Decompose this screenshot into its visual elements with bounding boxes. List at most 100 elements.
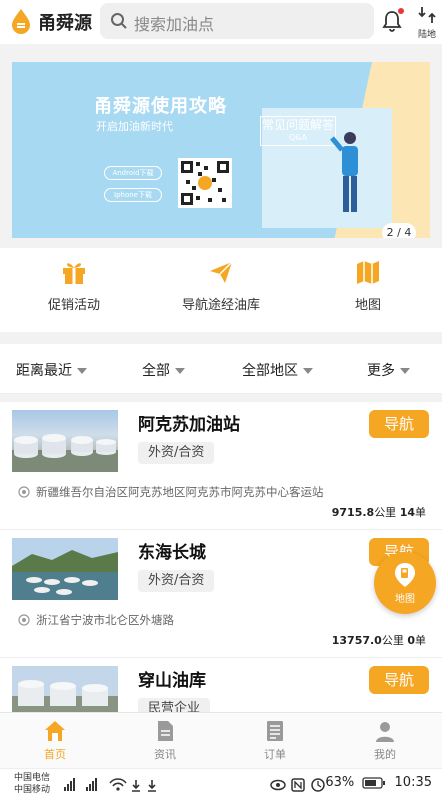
distance-unit: 公里 xyxy=(381,634,404,647)
qa-title: 常见问题解答 xyxy=(261,118,334,132)
station-address: 新疆维吾尔自治区阿克苏地区阿克苏市阿克苏中心客运站 xyxy=(36,485,324,499)
document-icon xyxy=(158,721,173,741)
bottom-tab-bar: 首页 资讯 订单 我的 xyxy=(0,712,442,768)
filter-type-label: 全部 xyxy=(142,363,170,379)
orders-unit: 单 xyxy=(415,506,426,519)
map-label: 地图 xyxy=(354,298,381,313)
filter-type[interactable]: 全部 xyxy=(142,360,185,380)
map-button[interactable]: 地图 xyxy=(308,258,428,313)
filter-distance[interactable]: 距离最近 xyxy=(16,360,87,380)
qa-box: 常见问题解答 Q&A xyxy=(260,116,336,146)
station-tag: 外资/合资 xyxy=(138,442,215,464)
search-placeholder: 搜索加油点 xyxy=(134,15,215,34)
navigate-button[interactable]: 导航 xyxy=(369,666,429,694)
station-orders: 14 xyxy=(399,506,415,519)
route-depot-button[interactable]: 导航途经油库 xyxy=(161,258,281,313)
user-icon xyxy=(376,722,394,742)
filter-bar: 距离最近 全部 全部地区 更多 xyxy=(0,344,442,394)
station-stats: 13757.0公里 0单 xyxy=(332,632,426,648)
filter-more[interactable]: 更多 xyxy=(367,360,410,380)
android-download-button: Android下载 xyxy=(104,166,162,180)
station-photo xyxy=(12,410,118,472)
app-title: 甬舜源 xyxy=(38,13,92,34)
search-input[interactable]: 搜索加油点 xyxy=(100,3,374,39)
tab-news-label: 资讯 xyxy=(154,748,176,761)
tab-profile-label: 我的 xyxy=(374,748,396,761)
top-bar: 甬舜源 搜索加油点 陆地 xyxy=(0,0,442,44)
banner-title: 甬舜源使用攻略 xyxy=(94,96,227,117)
banner-section: 甬舜源使用攻略 开启加油新时代 Android下载 Iphone下载 常见问题解… xyxy=(0,44,442,248)
quick-links: 促销活动 导航途经油库 地图 xyxy=(0,248,442,332)
floating-map-label: 地图 xyxy=(395,594,415,605)
carousel-indicator: 2 / 4 xyxy=(382,223,416,238)
gift-icon xyxy=(63,263,85,284)
home-icon xyxy=(45,721,65,741)
station-row[interactable]: 穿山油库 民营企业 导航 xyxy=(0,658,442,712)
carrier-2: 中国移动 xyxy=(14,785,51,795)
station-name: 东海长城 xyxy=(138,543,206,563)
promo-label: 促销活动 xyxy=(47,298,100,313)
station-row[interactable]: 阿克苏加油站 外资/合资 导航 新疆维吾尔自治区阿克苏地区阿克苏市阿克苏中心客运… xyxy=(0,402,442,530)
iphone-download-button: Iphone下载 xyxy=(104,188,162,202)
locate-button[interactable]: 陆地 xyxy=(414,4,440,42)
navigate-button[interactable]: 导航 xyxy=(369,410,429,438)
promo-button[interactable]: 促销活动 xyxy=(14,258,134,313)
location-pin-icon xyxy=(18,486,30,498)
filter-region-label: 全部地区 xyxy=(242,363,298,379)
station-photo xyxy=(12,666,118,712)
filter-distance-label: 距离最近 xyxy=(16,363,72,379)
map-icon xyxy=(357,261,379,284)
chevron-down-icon xyxy=(175,368,185,374)
station-orders: 0 xyxy=(407,634,415,647)
orders-unit: 单 xyxy=(415,634,426,647)
app-page: 甬舜源 搜索加油点 陆地 甬舜源使用攻略 开启加油新时代 Android下载 I… xyxy=(0,0,442,800)
battery-icon xyxy=(362,776,386,789)
station-tag: 外资/合资 xyxy=(138,570,215,592)
station-photo xyxy=(12,538,118,600)
location-pin-icon xyxy=(18,614,30,626)
fuel-pin-icon xyxy=(395,563,415,587)
orders-icon xyxy=(267,721,283,741)
station-name: 穿山油库 xyxy=(138,671,206,691)
logo-icon xyxy=(12,9,30,34)
station-name: 阿克苏加油站 xyxy=(138,415,240,435)
status-right: 63% 10:35 xyxy=(325,775,432,790)
locate-label: 陆地 xyxy=(417,30,436,40)
station-distance: 13757.0 xyxy=(331,634,382,647)
tab-home[interactable]: 首页 xyxy=(0,719,110,762)
qr-code xyxy=(178,158,232,208)
filter-region[interactable]: 全部地区 xyxy=(242,360,313,380)
banner-carousel[interactable]: 甬舜源使用攻略 开启加油新时代 Android下载 Iphone下载 常见问题解… xyxy=(12,62,430,238)
chevron-down-icon xyxy=(77,368,87,374)
station-list: 阿克苏加油站 外资/合资 导航 新疆维吾尔自治区阿克苏地区阿克苏市阿克苏中心客运… xyxy=(0,402,442,712)
paper-plane-icon xyxy=(210,261,233,283)
tab-home-label: 首页 xyxy=(44,748,66,761)
switch-icon xyxy=(418,7,436,23)
person-illustration xyxy=(330,132,358,212)
banner-subtitle: 开启加油新时代 xyxy=(96,120,173,133)
chevron-down-icon xyxy=(400,368,410,374)
tab-news[interactable]: 资讯 xyxy=(110,719,220,762)
battery-percent: 63% xyxy=(325,775,355,790)
carrier-info: 中国电信 中国移动 xyxy=(14,772,50,796)
divider xyxy=(0,332,442,344)
station-distance: 9715.8 xyxy=(331,506,375,519)
filter-more-label: 更多 xyxy=(367,363,395,379)
qa-subtitle: Q&A xyxy=(288,133,307,142)
tab-orders[interactable]: 订单 xyxy=(220,719,330,762)
carrier-1: 中国电信 xyxy=(14,773,51,783)
floating-map-button[interactable]: 地图 xyxy=(374,552,436,614)
tab-profile[interactable]: 我的 xyxy=(330,719,440,762)
status-bar: 中国电信 中国移动 63% 10:35 xyxy=(0,768,442,800)
station-stats: 9715.8公里 14单 xyxy=(332,504,426,520)
divider xyxy=(0,394,442,402)
station-tag: 民营企业 xyxy=(138,698,211,712)
route-depot-label: 导航途经油库 xyxy=(181,298,260,313)
search-icon xyxy=(111,13,127,29)
chevron-down-icon xyxy=(303,368,313,374)
notification-dot xyxy=(398,8,404,14)
clock-time: 10:35 xyxy=(394,775,432,790)
signal-icons xyxy=(64,778,156,792)
station-address: 浙江省宁波市北仑区外塘路 xyxy=(36,613,174,627)
distance-unit: 公里 xyxy=(374,506,397,519)
